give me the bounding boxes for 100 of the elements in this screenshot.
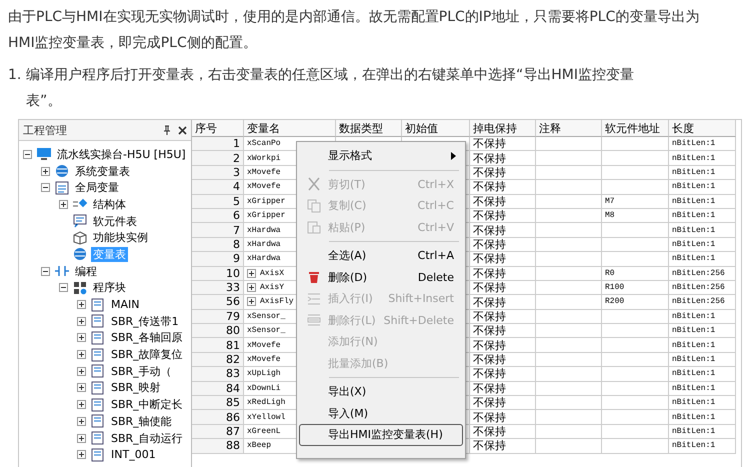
table-cell xyxy=(536,410,602,425)
variable-name: xGripper xyxy=(247,196,286,206)
delete-row-icon xyxy=(306,313,322,328)
table-cell xyxy=(536,223,602,238)
column-header[interactable]: 数据类型 xyxy=(336,120,402,137)
column-header[interactable]: 序号 xyxy=(192,120,244,137)
row-number: 85 xyxy=(192,396,244,410)
expand-toggle[interactable] xyxy=(77,383,86,392)
column-header[interactable]: 掉电保持 xyxy=(470,120,536,137)
row-number: 1 xyxy=(192,137,244,152)
variable-name: xGripper xyxy=(247,211,286,220)
program-icon xyxy=(90,431,106,446)
table-cell: nBitLen:1 xyxy=(669,410,736,425)
variable-name: AxisFly xyxy=(260,297,294,306)
expand-toggle[interactable] xyxy=(77,450,86,460)
tree-item[interactable]: 结构体 xyxy=(91,196,128,212)
table-cell: nBitLen:1 xyxy=(669,180,736,195)
tree-item[interactable]: 软元件表 xyxy=(91,214,139,229)
tree-item[interactable]: 流水线实操台-H5U [H5U] xyxy=(55,146,188,162)
row-number: 88 xyxy=(192,439,244,454)
submenu-arrow-icon xyxy=(451,152,456,160)
tree-item[interactable]: 全局变量 xyxy=(73,180,121,196)
table-cell xyxy=(536,367,602,382)
table-cell xyxy=(536,166,602,180)
tree-item[interactable]: MAIN xyxy=(109,298,142,312)
expand-toggle[interactable] xyxy=(77,300,86,310)
expand-toggle[interactable] xyxy=(77,434,86,443)
table-cell: 不保持 xyxy=(470,180,536,195)
table-cell: 不保持 xyxy=(470,338,536,353)
column-header[interactable]: 长度 xyxy=(669,120,736,137)
table-cell: nBitLen:1 xyxy=(669,238,736,252)
program-icon xyxy=(90,414,106,428)
table-cell xyxy=(602,410,669,425)
collapse-toggle[interactable] xyxy=(59,283,68,292)
column-header[interactable]: 初始值 xyxy=(402,120,470,137)
tree-item[interactable]: INT_001 xyxy=(109,448,158,462)
program-icon xyxy=(90,348,106,362)
column-header[interactable]: 变量名 xyxy=(244,120,336,137)
row-number: 86 xyxy=(192,410,244,425)
tree-item[interactable]: 程序块 xyxy=(91,280,128,296)
menu-item[interactable]: 显示格式 xyxy=(299,145,463,166)
menu-item[interactable]: 导出HMI监控变量表(H) xyxy=(299,424,463,446)
intro-paragraph: 由于PLC与HMI在实现无实物调试时，使用的是内部通信。故无需配置PLC的IP地址，只需要将PLC的变量导出为HMI监控变量表，即完成PLC侧的配置。 xyxy=(8,8,700,53)
table-cell: nBitLen:256 xyxy=(669,295,736,310)
table-cell: nBitLen:1 xyxy=(669,424,736,440)
collapse-toggle[interactable] xyxy=(23,150,32,159)
collapse-toggle[interactable] xyxy=(41,266,50,276)
tree-item[interactable]: SBR_中断定长 xyxy=(109,397,185,412)
tree-item[interactable]: 编程 xyxy=(73,264,99,279)
menu-item[interactable]: 删除(D) Delete xyxy=(299,266,463,288)
expand-toggle[interactable] xyxy=(247,283,256,292)
variable-name: xWorkpi xyxy=(247,154,281,163)
globe-icon xyxy=(54,164,70,178)
expand-toggle[interactable] xyxy=(77,333,86,342)
menu-item[interactable]: 导入(M) xyxy=(299,402,463,424)
table-cell xyxy=(536,238,602,252)
table-cell xyxy=(602,382,669,396)
tree-item[interactable]: SBR_手动（ xyxy=(109,364,174,379)
table-cell xyxy=(602,396,669,410)
menu-item[interactable]: 全选(A) Ctrl+A xyxy=(299,245,463,266)
program-icon xyxy=(90,298,106,312)
table-cell: nBitLen:1 xyxy=(669,396,736,410)
tree-item[interactable]: SBR_各轴回原 xyxy=(109,330,185,346)
tree-item[interactable]: SBR_传送带1 xyxy=(109,314,181,329)
table-cell xyxy=(536,382,602,396)
expand-toggle[interactable] xyxy=(59,200,68,209)
variable-name: xYellowl xyxy=(247,412,286,422)
collapse-toggle[interactable] xyxy=(41,183,50,192)
close-icon[interactable] xyxy=(178,126,187,134)
expand-toggle[interactable] xyxy=(41,166,50,176)
tree-item[interactable]: SBR_自动运行 xyxy=(109,430,185,446)
row-number: 33 xyxy=(192,280,244,296)
expand-toggle[interactable] xyxy=(77,416,86,426)
globe-icon xyxy=(72,247,88,262)
expand-toggle[interactable] xyxy=(77,366,86,376)
table-cell: 不保持 xyxy=(470,223,536,238)
expand-toggle[interactable] xyxy=(77,350,86,360)
table-cell xyxy=(536,439,602,454)
expand-toggle[interactable] xyxy=(77,316,86,326)
row-number: 8 xyxy=(192,238,244,252)
tree-item[interactable]: SBR_映射 xyxy=(109,380,163,396)
variable-name: xMovefe xyxy=(247,355,281,364)
expand-toggle[interactable] xyxy=(77,400,86,410)
expand-toggle[interactable] xyxy=(247,268,256,278)
table-cell: 不保持 xyxy=(470,194,536,209)
table-cell: nBitLen:1 xyxy=(669,194,736,209)
variable-name: xSensor_ xyxy=(247,312,286,321)
tree-item[interactable]: 系统变量表 xyxy=(73,164,132,179)
table-cell xyxy=(536,310,602,324)
expand-toggle[interactable] xyxy=(247,297,256,306)
tree-item[interactable]: 功能块实例 xyxy=(91,230,150,246)
column-header[interactable]: 软元件地址 xyxy=(602,120,669,137)
table-cell: M8 xyxy=(602,208,669,224)
tree-item[interactable]: SBR_轴使能 xyxy=(109,414,174,429)
pin-icon[interactable] xyxy=(162,125,172,135)
column-header[interactable]: 注释 xyxy=(536,120,602,137)
menu-item[interactable]: 导出(X) xyxy=(299,381,463,402)
table-cell: 不保持 xyxy=(470,137,536,152)
tree-item[interactable]: SBR_故障复位 xyxy=(109,347,185,362)
variable-name: xHardwa xyxy=(247,254,281,264)
